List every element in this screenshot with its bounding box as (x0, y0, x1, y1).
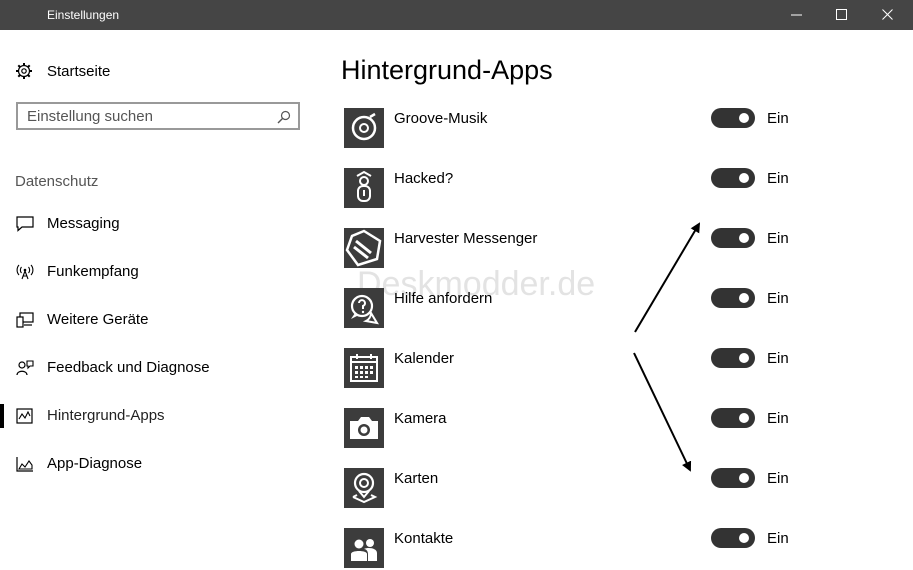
annotation-arrows (633, 222, 701, 472)
arrow-down (633, 352, 692, 472)
arrow-up (634, 222, 701, 333)
